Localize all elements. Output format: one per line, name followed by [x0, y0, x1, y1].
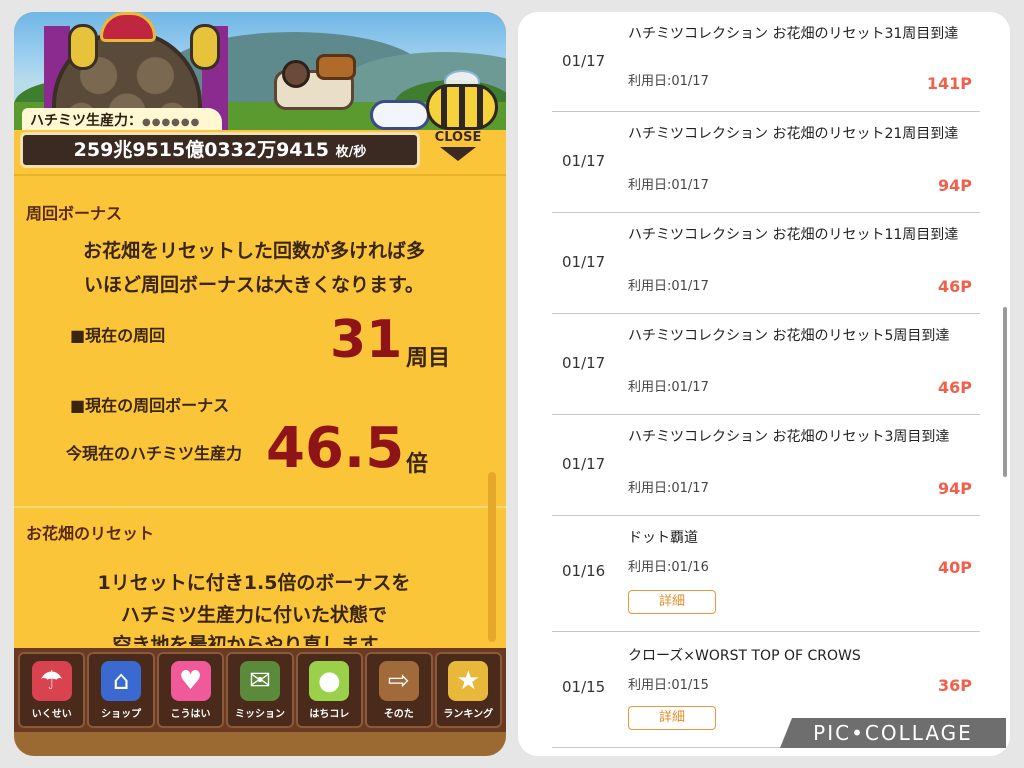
history-title: ハチミツコレクション お花畑のリセット3周目到達: [628, 429, 950, 445]
current-lap-unit: 周目: [406, 346, 451, 371]
production-rate-counter: 259兆9515億0332万9415 枚/秒: [20, 132, 420, 168]
tab-bee[interactable]: ● はちコレ: [295, 652, 364, 728]
tab-label: ランキング: [443, 709, 494, 720]
history-date: 01/17: [562, 253, 606, 271]
history-scrollbar[interactable]: [1003, 307, 1007, 477]
tab-signpost[interactable]: ⇨ そのた: [365, 652, 433, 728]
game-screen: ハチミツ生産力：●●●●●● 259兆9515億0332万9415 枚/秒 CL…: [14, 12, 506, 756]
history-date: 01/17: [562, 354, 606, 372]
history-row[interactable]: 01/17 ハチミツコレクション お花畑のリセット31周目到達 利用日:01/17 1…: [552, 12, 980, 112]
current-lap-value: 31: [330, 310, 403, 370]
watering-can-icon: ☂: [31, 661, 72, 701]
history-title: ハチミツコレクション お花畑のリセット21周目到達: [628, 126, 959, 142]
tab-label: そのた: [383, 709, 414, 720]
tab-label: こうはい: [170, 709, 211, 720]
mission-scroll-icon: ✉: [239, 661, 280, 701]
history-title: クローズ×WORST TOP OF CROWS: [628, 648, 861, 664]
reset-line1: 1リセットに付き1.5倍のボーナスを: [97, 572, 411, 594]
current-power-unit: 倍: [406, 452, 429, 477]
history-points: 94P: [938, 176, 972, 195]
history-date: 01/15: [562, 678, 606, 696]
history-used-date: 利用日:01/17: [628, 178, 709, 193]
section-divider: [14, 506, 506, 508]
close-button-label: CLOSE: [434, 130, 482, 145]
bottom-tab-bar: ☂ いくせい ⌂ ショップ ♥ こうはい ✉ ミッション ● はちコレ ⇨ そのた ★ ランキング: [14, 648, 506, 732]
tab-podium[interactable]: ★ ランキング: [434, 652, 502, 728]
history-date: 01/17: [562, 52, 606, 70]
history-points: 46P: [938, 277, 972, 296]
bee-icon: ●: [309, 661, 350, 701]
point-history-list: 01/17 ハチミツコレクション お花畑のリセット31周目到達 利用日:01/17 1…: [518, 12, 1010, 756]
history-row[interactable]: 01/17 ハチミツコレクション お花畑のリセット5周目到達 利用日:01/17 46…: [552, 314, 980, 415]
history-row[interactable]: 01/17 ハチミツコレクション お花畑のリセット3周目到達 利用日:01/17 94…: [552, 415, 980, 516]
history-row[interactable]: 01/17 ハチミツコレクション お花畑のリセット21周目到達 利用日:01/17 9…: [552, 112, 980, 213]
tab-label: いくせい: [31, 709, 72, 720]
snail-character-illustration: [282, 60, 310, 88]
lap-bonus-description-line1: お花畑をリセットした回数が多ければ多: [82, 240, 425, 262]
production-dots-icon: ●●●●●●: [142, 117, 201, 128]
detail-button[interactable]: 詳細: [628, 706, 716, 730]
tab-mission-scroll[interactable]: ✉ ミッション: [226, 652, 294, 728]
tab-heart[interactable]: ♥ こうはい: [156, 652, 225, 728]
pic-collage-watermark: PIC•COLLAGE: [780, 718, 1006, 748]
current-power-value: 46.5: [266, 416, 405, 481]
history-title: ハチミツコレクション お花畑のリセット11周目到達: [628, 227, 959, 243]
production-rate-value: 259兆9515億0332万9415: [73, 139, 329, 161]
bee-character-illustration[interactable]: [426, 84, 498, 130]
production-label: ハチミツ生産力：: [30, 113, 142, 129]
close-button[interactable]: CLOSE: [428, 130, 488, 172]
history-points: 141P: [926, 74, 972, 93]
current-bonus-label: ■現在の周回ボーナス: [70, 396, 230, 415]
history-date: 01/17: [562, 152, 606, 170]
history-title: ハチミツコレクション お花畑のリセット5周目到達: [628, 328, 950, 344]
history-row[interactable]: 01/17 ハチミツコレクション お花畑のリセット11周目到達 利用日:01/17 4…: [552, 213, 980, 314]
current-lap-label: ■現在の周回: [70, 326, 166, 345]
history-points: 94P: [938, 479, 972, 498]
ball-pile-illustration: [370, 100, 430, 130]
honey-pot-illustration: [316, 54, 356, 80]
heart-icon: ♥: [170, 661, 211, 701]
history-used-date: 利用日:01/15: [628, 678, 709, 693]
production-rate-unit: 枚/秒: [335, 145, 367, 160]
history-points: 40P: [938, 558, 972, 577]
panel-scrollbar[interactable]: [488, 472, 496, 642]
history-used-date: 利用日:01/17: [628, 74, 709, 89]
signpost-icon: ⇨: [378, 661, 419, 701]
history-used-date: 利用日:01/17: [628, 279, 709, 294]
footer-ground-decoration: [14, 732, 506, 756]
queen-crown-illustration: [100, 12, 156, 42]
history-used-date: 利用日:01/17: [628, 380, 709, 395]
history-used-date: 利用日:01/16: [628, 560, 709, 575]
tab-label: はちコレ: [309, 709, 350, 720]
bonus-panel: 周回ボーナス お花畑をリセットした回数が多ければ多 いほど周回ボーナスは大きくな…: [14, 174, 506, 646]
reset-line2: ハチミツ生産力に付いた状態で: [120, 604, 387, 626]
detail-button[interactable]: 詳細: [628, 590, 716, 614]
current-power-label: 今現在のハチミツ生産力: [66, 444, 243, 463]
history-points: 46P: [938, 378, 972, 397]
bee-guard-illustration: [190, 24, 220, 70]
tab-label: ミッション: [234, 709, 285, 720]
history-date: 01/16: [562, 562, 606, 580]
tab-shop[interactable]: ⌂ ショップ: [87, 652, 155, 728]
podium-icon: ★: [448, 661, 489, 701]
history-row[interactable]: 01/16 ドット覇道利用日:01/16 40P 詳細: [552, 516, 980, 632]
history-used-date: 利用日:01/17: [628, 481, 709, 496]
lap-bonus-description-line2: いほど周回ボーナスは大きくなります。: [83, 274, 425, 296]
production-label-box: ハチミツ生産力：●●●●●●: [22, 108, 222, 130]
tab-watering-can[interactable]: ☂ いくせい: [18, 652, 86, 728]
history-title: ドット覇道: [628, 530, 698, 546]
shop-icon: ⌂: [101, 661, 142, 701]
history-date: 01/17: [562, 455, 606, 473]
history-title: ハチミツコレクション お花畑のリセット31周目到達: [628, 26, 959, 42]
reset-title: お花畑のリセット: [26, 524, 155, 543]
close-triangle-icon: [440, 147, 476, 161]
reset-line3: 空き地を最初からやり直します。: [112, 634, 396, 646]
tab-label: ショップ: [101, 709, 142, 720]
lap-bonus-title: 周回ボーナス: [26, 204, 123, 223]
bee-guard-illustration: [68, 24, 98, 70]
history-points: 36P: [938, 676, 972, 695]
